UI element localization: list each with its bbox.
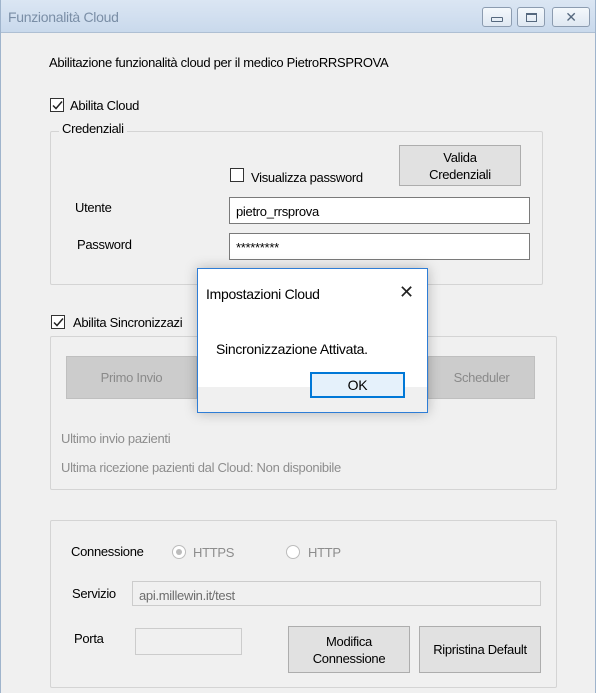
maximize-icon: [525, 12, 537, 22]
last-send-status: Ultimo invio pazienti: [61, 431, 171, 446]
ok-button[interactable]: OK: [310, 372, 405, 398]
dialog-message: Sincronizzazione Attivata.: [216, 341, 368, 357]
enable-cloud-label[interactable]: Abilita Cloud: [70, 98, 139, 113]
credentials-legend: Credenziali: [59, 121, 127, 136]
settings-dialog: Impostazioni Cloud ✕ Sincronizzazione At…: [197, 268, 428, 413]
checkmark-icon: [52, 101, 63, 110]
minimize-icon: [491, 16, 503, 22]
user-label: Utente: [75, 200, 112, 215]
enable-sync-label[interactable]: Abilita Sincronizzazi: [73, 315, 183, 330]
http-radio[interactable]: [286, 545, 300, 559]
main-window: Funzionalità Cloud ✕ Abilitazione funzio…: [0, 0, 596, 693]
https-radio[interactable]: [172, 545, 186, 559]
window-title: Funzionalità Cloud: [8, 9, 119, 25]
title-bar[interactable]: Funzionalità Cloud ✕: [1, 0, 595, 33]
close-button[interactable]: ✕: [552, 7, 590, 27]
service-label: Servizio: [72, 586, 116, 601]
service-field[interactable]: api.millewin.it/test: [132, 581, 541, 606]
last-receive-status: Ultima ricezione pazienti dal Cloud: Non…: [61, 460, 341, 475]
reset-default-button[interactable]: Ripristina Default: [419, 626, 541, 673]
http-label[interactable]: HTTP: [308, 545, 341, 560]
https-label[interactable]: HTTPS: [193, 545, 234, 560]
doctor-subtitle: Abilitazione funzionalità cloud per il m…: [49, 55, 389, 70]
checkmark-icon: [53, 318, 64, 327]
maximize-button[interactable]: [517, 7, 545, 27]
connection-label: Connessione: [71, 544, 144, 559]
radio-selected-dot: [176, 549, 182, 555]
port-field[interactable]: [135, 628, 242, 655]
dialog-title: Impostazioni Cloud: [206, 286, 320, 302]
close-icon: ✕: [565, 9, 577, 25]
port-label: Porta: [74, 631, 104, 646]
enable-sync-checkbox[interactable]: [51, 315, 65, 329]
password-label: Password: [77, 237, 132, 252]
scheduler-button[interactable]: Scheduler: [428, 356, 535, 399]
minimize-button[interactable]: [482, 7, 512, 27]
show-password-checkbox[interactable]: [230, 168, 244, 182]
dialog-close-icon[interactable]: ✕: [399, 282, 414, 303]
show-password-label[interactable]: Visualizza password: [251, 170, 363, 185]
first-send-button[interactable]: Primo Invio: [66, 356, 197, 399]
enable-cloud-checkbox[interactable]: [50, 98, 64, 112]
validate-credentials-button[interactable]: Valida Credenziali: [399, 145, 521, 186]
user-field[interactable]: pietro_rrsprova: [229, 197, 530, 224]
modify-connection-button[interactable]: Modifica Connessione: [288, 626, 410, 673]
password-field[interactable]: *********: [229, 233, 530, 260]
